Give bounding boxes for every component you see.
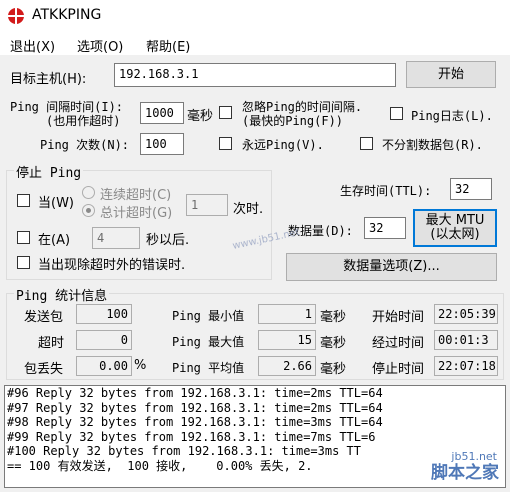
no-fragment-label: 不分割数据包(R). — [382, 138, 483, 152]
loss-value: 0.00 — [76, 356, 132, 376]
loss-unit: % — [134, 358, 147, 373]
stop-when-label: 当(W) — [38, 196, 74, 211]
stop-time-value: 22:07:18 — [434, 356, 498, 376]
no-fragment-checkbox[interactable] — [360, 137, 373, 150]
sent-value: 100 — [76, 304, 132, 324]
stop-when-checkbox[interactable] — [17, 194, 30, 207]
stop-on-error-checkbox[interactable] — [17, 256, 30, 269]
ping-log-checkbox[interactable] — [390, 107, 403, 120]
ignore-interval-checkbox[interactable] — [219, 106, 232, 119]
app-logo-icon — [8, 8, 24, 24]
max-mtu-button[interactable]: 最大 MTU (以太网) — [413, 209, 497, 247]
statistics-title: Ping 统计信息 — [14, 285, 110, 304]
log-line: #96 Reply 32 bytes from 192.168.3.1: tim… — [7, 386, 383, 400]
start-button[interactable]: 开始 — [406, 61, 496, 88]
ignore-interval-sublabel: (最快的Ping(F)) — [242, 114, 344, 128]
log-line: #98 Reply 32 bytes from 192.168.3.1: tim… — [7, 415, 383, 430]
elapsed-time-label: 经过时间 — [372, 336, 425, 351]
ttl-input[interactable]: 32 — [450, 178, 492, 200]
ping-forever-checkbox[interactable] — [219, 137, 232, 150]
min-unit: 毫秒 — [320, 310, 347, 325]
loss-label: 包丢失 — [24, 362, 64, 377]
count-label: Ping 次数(N): — [40, 138, 130, 152]
total-timeout-radio[interactable] — [82, 204, 95, 217]
start-time-label: 开始时间 — [372, 310, 425, 325]
min-value: 1 — [258, 304, 316, 324]
stop-at-input[interactable]: 4 — [92, 227, 140, 249]
stop-time-label: 停止时间 — [372, 362, 425, 377]
max-value: 15 — [258, 330, 316, 350]
target-host-label: 目标主机(H): — [10, 72, 87, 87]
stop-at-label: 在(A) — [38, 233, 71, 248]
avg-label: Ping 平均值 — [172, 361, 245, 375]
max-mtu-sublabel: (以太网) — [430, 227, 480, 242]
timeout-label: 超时 — [38, 336, 65, 351]
interval-unit: 毫秒 — [187, 109, 214, 124]
ping-log-label: Ping日志(L). — [411, 109, 493, 123]
log-line: #100 Reply 32 bytes from 192.168.3.1: ti… — [7, 444, 362, 459]
stop-at-unit: 秒以后. — [146, 233, 190, 248]
timeout-count-unit: 次时. — [233, 202, 264, 217]
log-line: == 100 有效发送, 100 接收, 0.00% 丢失, 2. — [7, 458, 313, 473]
min-label: Ping 最小值 — [172, 309, 245, 323]
watermark-logo: 脚本之家 — [431, 463, 499, 483]
consecutive-timeout-label: 连续超时(C) — [100, 188, 172, 203]
target-host-input[interactable]: 192.168.3.1 — [114, 63, 396, 87]
data-size-options-button[interactable]: 数据量选项(Z)... — [286, 253, 497, 281]
ping-forever-label: 永远Ping(V). — [242, 138, 324, 152]
max-label: Ping 最大值 — [172, 335, 245, 349]
stop-on-error-label: 当出现除超时外的错误时. — [38, 258, 186, 273]
max-mtu-label: 最大 MTU — [425, 213, 485, 228]
avg-value: 2.66 — [258, 356, 316, 376]
window-title: ATKKPING — [32, 7, 102, 23]
menu-help[interactable]: 帮助(E) — [146, 36, 190, 55]
title-bar: ATKKPING — [0, 0, 510, 32]
ttl-label: 生存时间(TTL): — [340, 184, 432, 198]
max-unit: 毫秒 — [320, 336, 347, 351]
consecutive-timeout-radio[interactable] — [82, 186, 95, 199]
menu-exit[interactable]: 退出(X) — [10, 36, 55, 55]
elapsed-time-value: 00:01:3 — [434, 330, 498, 350]
log-line: #99 Reply 32 bytes from 192.168.3.1: tim… — [7, 429, 376, 444]
total-timeout-label: 总计超时(G) — [100, 206, 173, 221]
ping-log-textarea[interactable]: #96 Reply 32 bytes from 192.168.3.1: tim… — [4, 385, 506, 488]
interval-sublabel: (也用作超时) — [46, 114, 121, 128]
count-input[interactable]: 100 — [140, 133, 184, 155]
data-size-input[interactable]: 32 — [364, 217, 406, 239]
avg-unit: 毫秒 — [320, 362, 347, 377]
sent-label: 发送包 — [24, 310, 64, 325]
stop-at-checkbox[interactable] — [17, 231, 30, 244]
timeout-count-input[interactable]: 1 — [186, 194, 228, 216]
start-time-value: 22:05:39 — [434, 304, 498, 324]
stop-ping-title: 停止 Ping — [14, 162, 84, 181]
log-line: #97 Reply 32 bytes from 192.168.3.1: tim… — [7, 400, 383, 415]
menu-options[interactable]: 选项(O) — [77, 36, 123, 55]
menu-bar: 退出(X) 选项(O) 帮助(E) — [0, 32, 510, 56]
timeout-value: 0 — [76, 330, 132, 350]
interval-input[interactable]: 1000 — [140, 102, 184, 124]
